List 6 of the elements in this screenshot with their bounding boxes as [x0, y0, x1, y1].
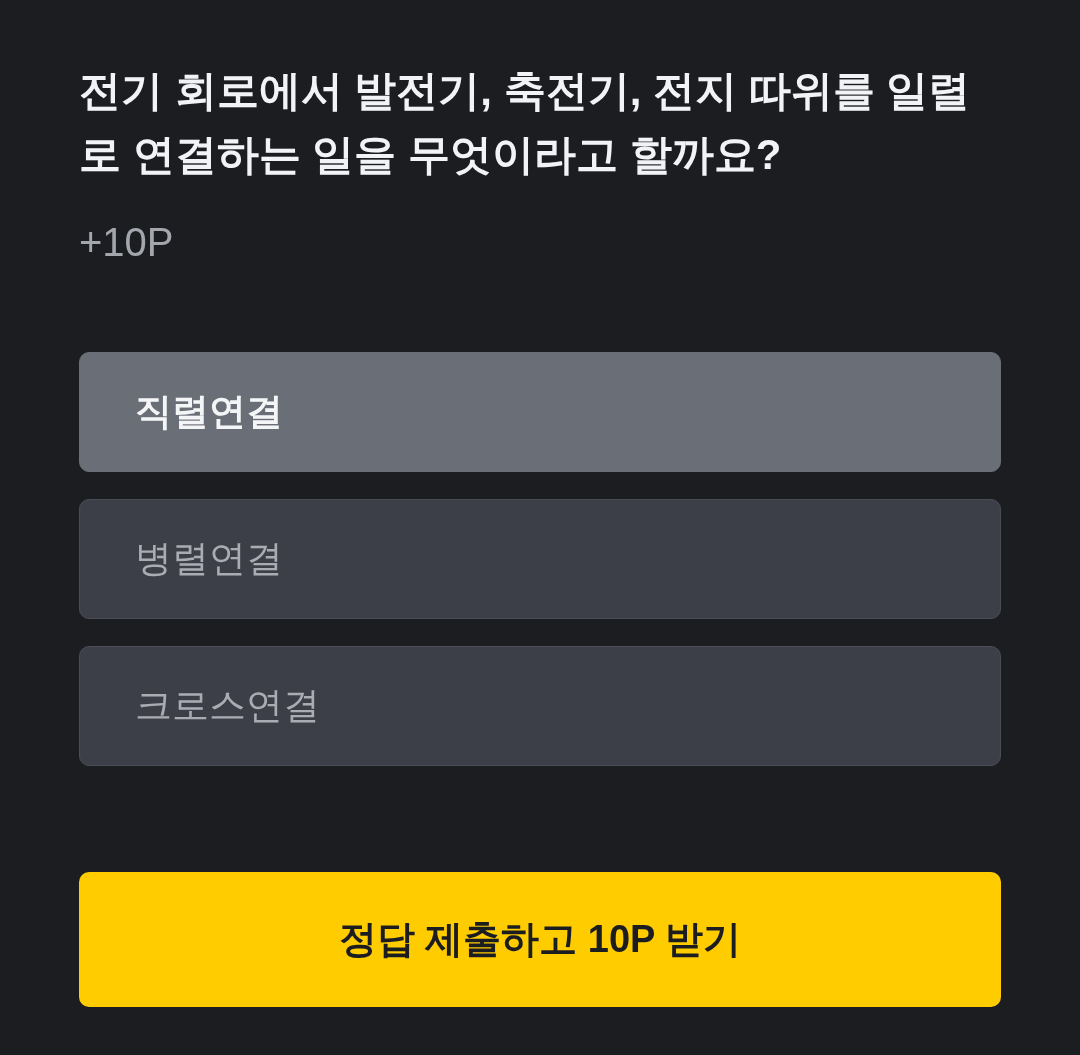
question-text: 전기 회로에서 발전기, 축전기, 전지 따위를 일렬로 연결하는 일을 무엇이라고 할까요?	[79, 66, 972, 180]
answer-option[interactable]: 병렬연결	[79, 499, 1001, 619]
submit-button[interactable]: 정답 제출하고 10P 받기	[79, 872, 1001, 1007]
answer-option[interactable]: 크로스연결	[79, 646, 1001, 766]
points-reward: +10P	[79, 219, 174, 266]
answer-option[interactable]: 직렬연결	[79, 352, 1001, 472]
